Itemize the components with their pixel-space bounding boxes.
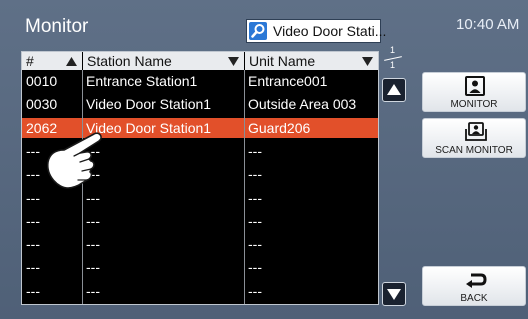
monitor-button-label: MONITOR	[450, 99, 498, 110]
tap-gesture-hand-icon	[47, 132, 102, 189]
monitor-button[interactable]: MONITOR	[422, 72, 526, 112]
scan-monitor-button-label: SCAN MONITOR	[435, 145, 513, 156]
station-name-cell: ---	[86, 259, 100, 276]
station-number-cell: 0010	[26, 73, 58, 89]
table-row[interactable]: --- --- ---	[22, 234, 378, 254]
table-row[interactable]: --- --- ---	[22, 281, 378, 301]
sort-asc-icon	[66, 57, 77, 66]
search-icon[interactable]	[249, 22, 267, 40]
unit-name-cell: ---	[248, 282, 262, 299]
page-indicator: 1 1	[382, 45, 404, 73]
clock: 10:40 AM	[456, 16, 520, 33]
page-title: Monitor	[25, 16, 89, 37]
scan-monitor-button[interactable]: SCAN MONITOR	[422, 118, 526, 158]
table-row[interactable]: 0010 Entrance Station1 Entrance001	[22, 71, 378, 91]
column-header-unit-name-label: Unit Name	[249, 53, 316, 69]
station-name-cell: Entrance Station1	[86, 73, 198, 89]
station-number-cell: ---	[26, 212, 40, 229]
page-current: 1	[390, 45, 396, 55]
column-header-unit-name[interactable]: Unit Name	[245, 52, 378, 70]
column-header-station-name[interactable]: Station Name	[83, 52, 244, 70]
station-name-cell: Video Door Station1	[86, 96, 212, 113]
back-button-label: BACK	[460, 293, 488, 304]
arrow-up-icon	[387, 84, 401, 95]
scan-monitor-icon	[465, 122, 487, 141]
station-name-cell: ---	[86, 236, 100, 253]
unit-name-cell: ---	[248, 212, 262, 229]
column-header-number-label: #	[26, 53, 34, 69]
unit-name-cell: ---	[248, 236, 262, 253]
back-arrow-icon	[466, 273, 487, 288]
station-name-cell: ---	[86, 282, 100, 299]
unit-name-cell: Guard206	[248, 119, 311, 136]
column-divider	[244, 70, 245, 304]
station-number-cell: ---	[26, 282, 40, 299]
monitor-screen: Monitor Video Door Stati... 10:40 AM # S…	[0, 0, 528, 319]
table-row[interactable]: --- --- ---	[22, 211, 378, 231]
table-row[interactable]: --- --- ---	[22, 257, 378, 277]
sort-desc-icon	[362, 57, 373, 66]
station-search-field[interactable]: Video Door Stati...	[246, 19, 386, 43]
scroll-down-button[interactable]	[382, 282, 406, 306]
unit-name-cell: ---	[248, 166, 262, 183]
station-name-cell: ---	[86, 212, 100, 229]
station-number-cell: ---	[26, 259, 40, 276]
sort-desc-icon	[228, 57, 239, 66]
unit-name-cell: Outside Area 003	[248, 96, 357, 113]
unit-name-cell: ---	[248, 259, 262, 276]
table-row[interactable]: 0030 Video Door Station1 Outside Area 003	[22, 94, 378, 114]
column-header-station-name-label: Station Name	[87, 53, 172, 69]
unit-name-cell: ---	[248, 189, 262, 206]
arrow-down-icon	[387, 289, 401, 300]
monitor-person-icon	[465, 76, 485, 96]
back-button[interactable]: BACK	[422, 266, 526, 306]
unit-name-cell: Entrance001	[248, 73, 328, 89]
column-header-number[interactable]: #	[22, 52, 82, 70]
search-value: Video Door Stati...	[273, 23, 387, 39]
scroll-up-button[interactable]	[382, 78, 406, 102]
unit-name-cell: ---	[248, 142, 262, 159]
station-number-cell: ---	[26, 236, 40, 253]
page-total: 1	[390, 60, 396, 70]
station-number-cell: 0030	[26, 96, 58, 113]
